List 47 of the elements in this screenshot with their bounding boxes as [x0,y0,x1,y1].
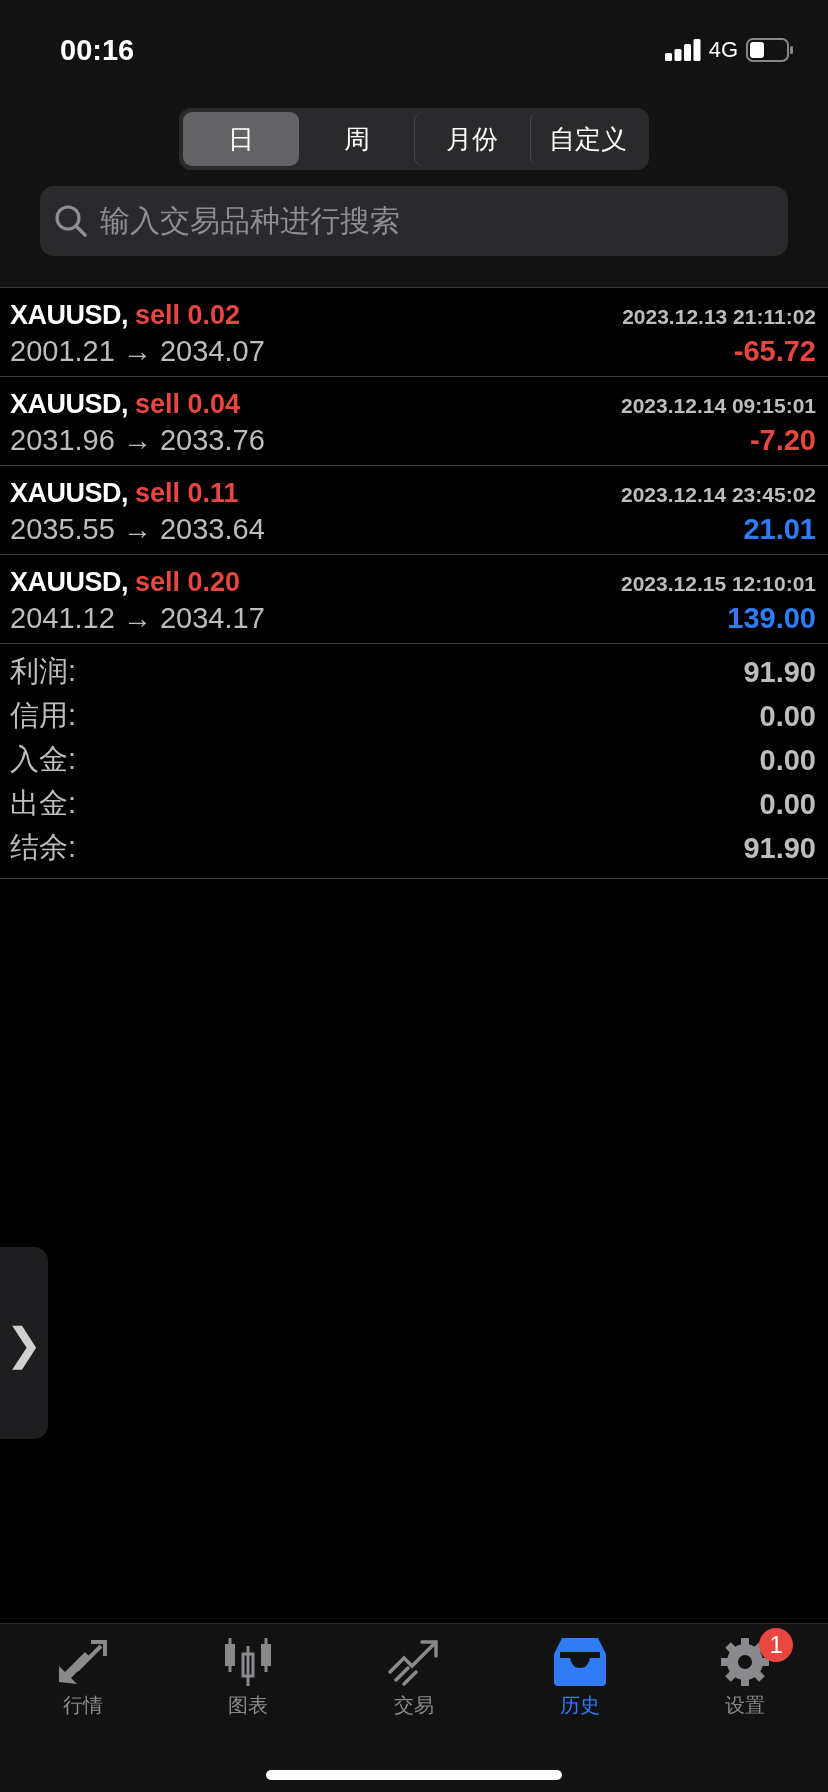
trade-time: 2023.12.15 12:10:01 [621,572,816,596]
tab-bar-item[interactable]: 历史 [496,1626,663,1723]
profit-value: -65.72 [733,335,816,368]
price-range: 2035.55 → 2033.64 [10,513,265,546]
summary-label: 入金: [10,742,77,777]
search-field[interactable]: 输入交易品种进行搜索 [40,186,788,256]
summary-value: 0.00 [759,743,816,777]
trade-time: 2023.12.14 09:15:01 [621,394,816,418]
summary-label: 结余: [10,830,77,865]
summary-label: 利润: [10,654,77,689]
side-panel-handle[interactable]: ❯ [0,1247,48,1439]
price-range: 2041.12 → 2034.17 [10,602,265,635]
summary-value: 0.00 [759,699,816,733]
summary-label: 信用: [10,698,77,733]
price-range: 2031.96 → 2033.76 [10,424,265,457]
period-tab[interactable]: 周 [298,112,414,166]
profit-value: 139.00 [727,602,816,635]
tab-bar-item[interactable]: 行情 [0,1626,166,1723]
tab-bar-item[interactable]: 1 设置 [662,1626,828,1723]
symbol-label: XAUUSD, [10,478,128,508]
period-tab[interactable]: 自定义 [529,112,645,166]
inbox-icon [551,1636,608,1688]
period-tab[interactable]: 月份 [414,112,530,166]
profit-value: -7.20 [749,424,816,457]
summary-value: 0.00 [759,787,816,821]
summary-value: 91.90 [743,831,816,865]
symbol-label: XAUUSD, [10,567,128,597]
order-label: sell 0.11 [135,478,239,508]
signal-icon [664,39,701,61]
summary-label: 出金: [10,786,77,821]
period-tab[interactable]: 日 [183,112,299,166]
price-range: 2001.21 → 2034.07 [10,335,265,368]
trade-time: 2023.12.13 21:11:02 [622,305,816,329]
notification-badge: 1 [759,1628,794,1662]
symbol-label: XAUUSD, [10,389,128,419]
order-label: sell 0.02 [135,300,241,330]
summary-value: 91.90 [743,655,816,689]
battery-icon [746,38,794,62]
symbol-label: XAUUSD, [10,300,128,330]
profit-value: 21.01 [743,513,816,546]
order-label: sell 0.04 [135,389,241,419]
network-label: 4G [708,37,738,63]
trade-time: 2023.12.14 23:45:02 [621,483,816,507]
tab-bar-item[interactable]: 图表 [165,1626,332,1723]
status-time: 00:16 [60,33,135,67]
order-label: sell 0.20 [135,567,241,597]
tab-bar-item[interactable]: 交易 [331,1626,497,1723]
